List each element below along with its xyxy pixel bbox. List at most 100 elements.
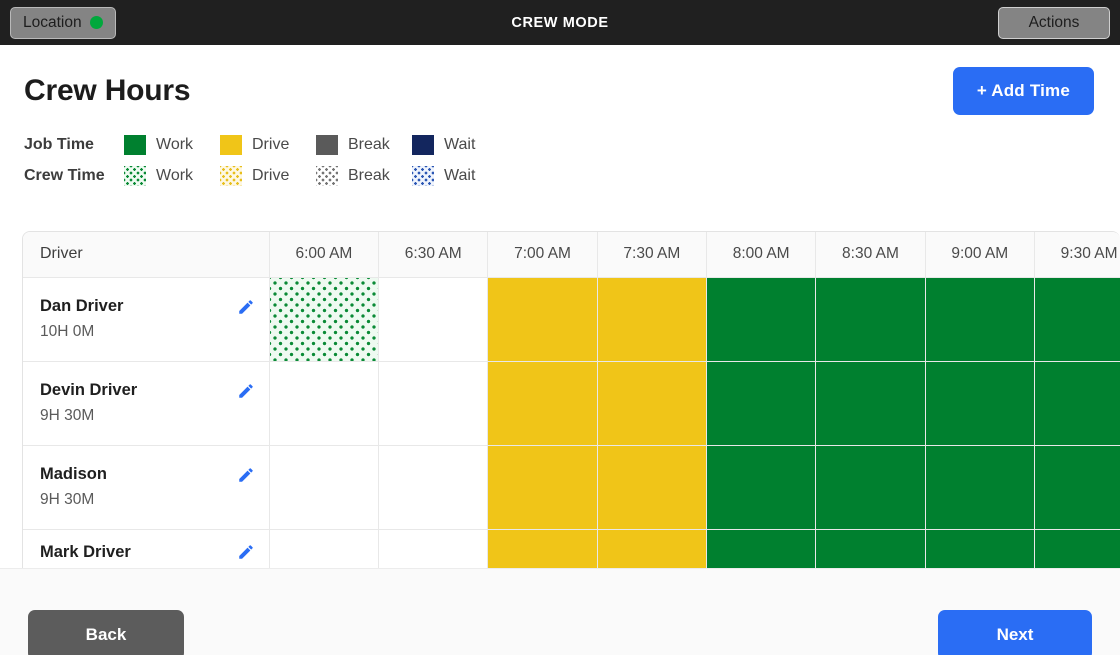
column-header-time: 8:00 AM — [706, 232, 817, 278]
time-block-cell[interactable] — [269, 445, 380, 530]
next-button[interactable]: Next — [938, 609, 1092, 655]
time-block-cell[interactable] — [269, 529, 380, 568]
legend-item-wait: Wait — [412, 134, 508, 155]
driver-name: Devin Driver — [40, 381, 138, 399]
legend-item-drive: Drive — [220, 165, 316, 186]
table-row[interactable]: Dan Driver 10H 0M — [23, 277, 1120, 362]
legend-swatch-break-icon — [316, 165, 338, 186]
time-block-cell[interactable] — [925, 445, 1035, 530]
crew-hours-screen: Location CREW MODE Actions Crew Hours + … — [0, 0, 1120, 655]
column-header-time: 7:00 AM — [487, 232, 598, 278]
actions-button[interactable]: Actions — [998, 6, 1110, 39]
legend-item-work: Work — [124, 134, 220, 155]
time-block-cell[interactable] — [1034, 445, 1120, 530]
time-block-cell[interactable] — [706, 445, 817, 530]
time-block-cell[interactable] — [597, 445, 708, 530]
page-header: Crew Hours + Add Time — [0, 45, 1120, 115]
column-header-time: 6:30 AM — [378, 232, 489, 278]
driver-cell: Mark Driver — [23, 529, 270, 568]
column-header-time: 7:30 AM — [597, 232, 708, 278]
table-header-row: Driver 6:00 AM 6:30 AM 7:00 AM 7:30 AM 8:00 … — [23, 232, 1120, 278]
driver-name-row: Dan Driver — [40, 297, 255, 316]
time-block-cell[interactable] — [269, 277, 380, 362]
time-block-cell[interactable] — [1034, 361, 1120, 446]
page-title: Crew Hours — [24, 74, 191, 107]
time-block-cell[interactable] — [815, 277, 926, 362]
time-block-cell[interactable] — [1034, 529, 1120, 568]
table-row[interactable]: Devin Driver 9H 30M — [23, 361, 1120, 446]
legend-item-label: Drive — [252, 166, 290, 184]
driver-total-hours: 9H 30M — [40, 407, 95, 424]
time-block-cell[interactable] — [706, 277, 817, 362]
legend-item-work: Work — [124, 165, 220, 186]
location-button-label: Location — [23, 13, 82, 31]
legend-row-label: Crew Time — [24, 166, 105, 184]
driver-total-hours: 9H 30M — [40, 491, 95, 508]
legend: Job Time Work Drive Break Wait Crew Time Work D… — [0, 115, 1120, 191]
time-block-cell[interactable] — [706, 529, 817, 568]
time-block-cell[interactable] — [815, 445, 926, 530]
top-bar: Location CREW MODE Actions — [0, 0, 1120, 45]
time-block-cell[interactable] — [1034, 277, 1120, 362]
time-block-cell[interactable] — [925, 529, 1035, 568]
table-body: Dan Driver 10H 0M Devin Driver 9H 30M Madiso… — [23, 277, 1120, 568]
content-area: Crew Hours + Add Time Job Time Work Drive B… — [0, 45, 1120, 655]
legend-swatch-wait-icon — [412, 134, 434, 155]
pencil-icon[interactable] — [237, 298, 255, 316]
legend-row: Crew Time Work Drive Break Wait — [24, 160, 1120, 191]
time-block-cell[interactable] — [597, 277, 708, 362]
driver-name: Madison — [40, 465, 107, 483]
location-status-dot-icon — [89, 16, 103, 29]
legend-swatch-drive-icon — [220, 165, 242, 186]
driver-name-row: Madison — [40, 465, 255, 484]
time-block-cell[interactable] — [597, 529, 708, 568]
add-time-button[interactable]: + Add Time — [952, 67, 1094, 115]
legend-row: Job Time Work Drive Break Wait — [24, 129, 1120, 160]
time-block-cell[interactable] — [378, 529, 489, 568]
legend-swatch-work-icon — [124, 165, 146, 186]
mode-title: CREW MODE — [511, 14, 609, 31]
time-block-cell[interactable] — [706, 361, 817, 446]
table-header: Driver 6:00 AM 6:30 AM 7:00 AM 7:30 AM 8:00 … — [23, 232, 1120, 278]
time-block-cell[interactable] — [378, 277, 489, 362]
time-block-cell[interactable] — [597, 361, 708, 446]
time-block-cell[interactable] — [269, 361, 380, 446]
legend-item-label: Drive — [252, 135, 290, 153]
legend-item-break: Break — [316, 165, 412, 186]
pencil-icon[interactable] — [237, 466, 255, 484]
driver-cell: Devin Driver 9H 30M — [23, 361, 270, 446]
crew-hours-table: Driver 6:00 AM 6:30 AM 7:00 AM 7:30 AM 8:00 … — [23, 232, 1120, 568]
time-block-cell[interactable] — [487, 277, 598, 362]
driver-cell: Madison 9H 30M — [23, 445, 270, 530]
table-row[interactable]: Madison 9H 30M — [23, 445, 1120, 530]
time-block-cell[interactable] — [487, 361, 598, 446]
table-row[interactable]: Mark Driver — [23, 529, 1120, 568]
time-block-cell[interactable] — [487, 445, 598, 530]
legend-item-label: Break — [348, 166, 390, 184]
time-block-cell[interactable] — [378, 361, 489, 446]
time-block-cell[interactable] — [925, 277, 1035, 362]
legend-item-label: Break — [348, 135, 390, 153]
time-block-cell[interactable] — [815, 361, 926, 446]
legend-swatch-work-icon — [124, 134, 146, 155]
legend-item-wait: Wait — [412, 165, 508, 186]
pencil-icon[interactable] — [237, 382, 255, 400]
column-header-time: 6:00 AM — [269, 232, 380, 278]
time-block-cell[interactable] — [925, 361, 1035, 446]
back-button[interactable]: Back — [28, 609, 184, 655]
location-button[interactable]: Location — [10, 6, 116, 39]
legend-swatch-drive-icon — [220, 134, 242, 155]
legend-item-label: Wait — [444, 166, 476, 184]
driver-name-row: Devin Driver — [40, 381, 255, 400]
driver-name-row: Mark Driver — [40, 543, 255, 562]
legend-row-label: Job Time — [24, 135, 94, 153]
column-header-time: 8:30 AM — [815, 232, 926, 278]
time-block-cell[interactable] — [487, 529, 598, 568]
time-block-cell[interactable] — [378, 445, 489, 530]
column-header-time: 9:30 AM — [1034, 232, 1120, 278]
crew-hours-table-container[interactable]: Driver 6:00 AM 6:30 AM 7:00 AM 7:30 AM 8:00 … — [22, 231, 1120, 568]
pencil-icon[interactable] — [237, 543, 255, 561]
legend-item-break: Break — [316, 134, 412, 155]
legend-item-label: Wait — [444, 135, 476, 153]
time-block-cell[interactable] — [815, 529, 926, 568]
